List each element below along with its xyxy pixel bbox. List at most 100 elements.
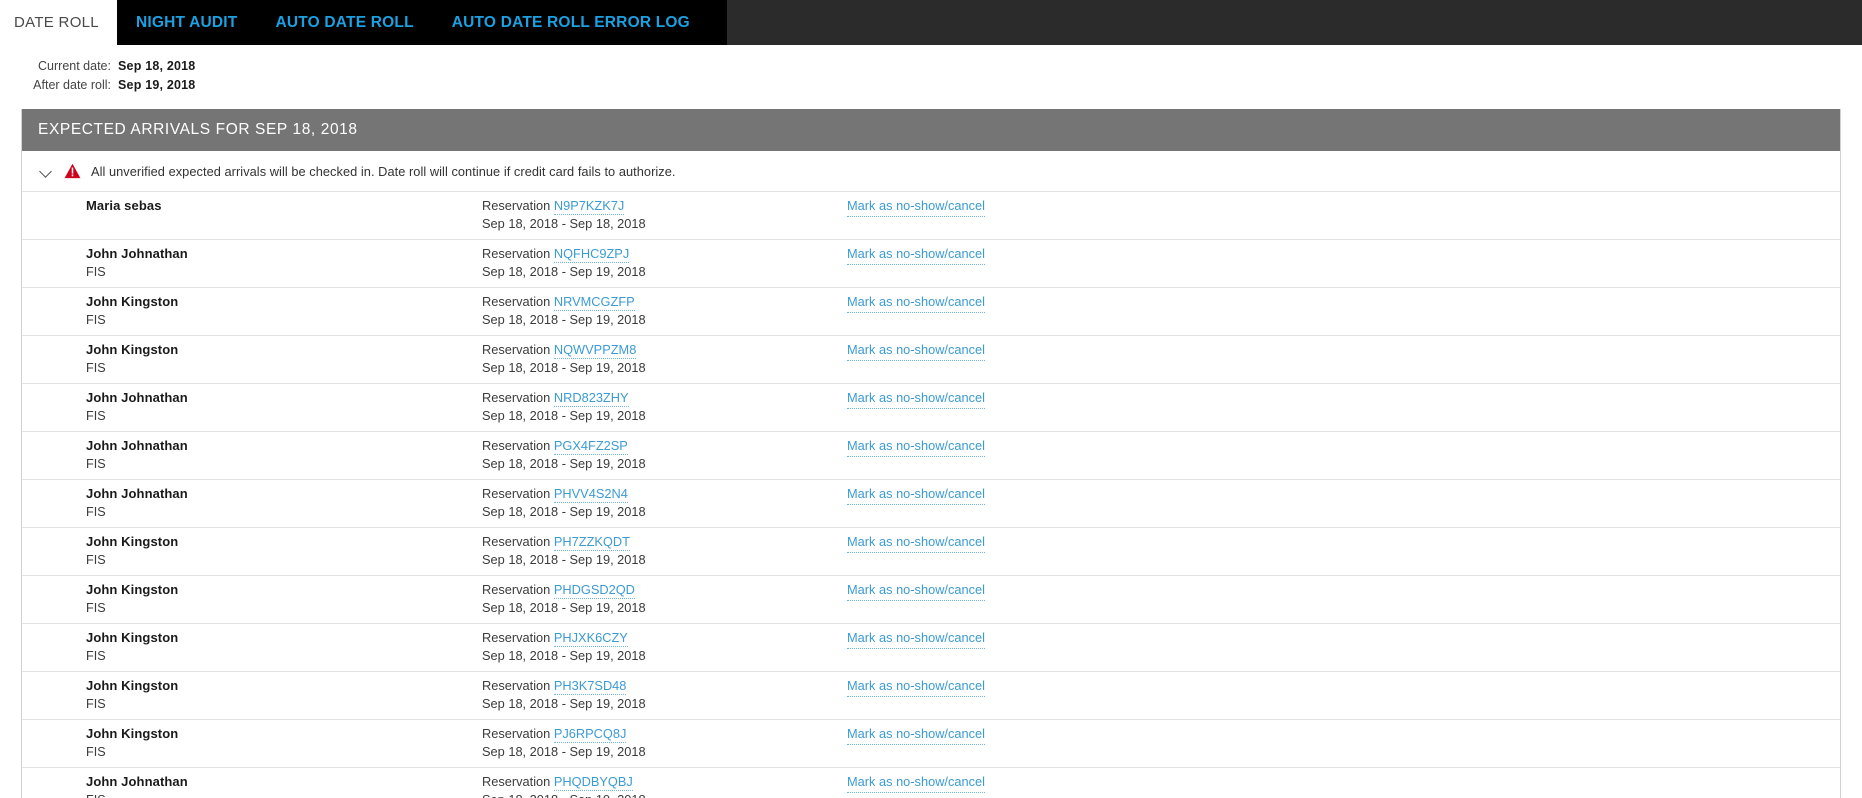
guest-name: John Kingston [86, 342, 179, 357]
after-date-roll-value: Sep 19, 2018 [118, 78, 196, 92]
reservation-label: Reservation [482, 726, 551, 741]
reservation-code-link[interactable]: N9P7KZK7J [553, 198, 625, 215]
tab-auto-date-roll-label: AUTO DATE ROLL [275, 13, 414, 31]
reservation-cell: Reservation N9P7KZK7J Sep 18, 2018 - Sep … [482, 192, 847, 240]
guest-group: FIS [86, 745, 106, 759]
reservation-label: Reservation [482, 486, 551, 501]
mark-no-show-cancel-link[interactable]: Mark as no-show/cancel [847, 773, 985, 793]
reservation-line: Reservation NRD823ZHY [482, 389, 847, 407]
action-cell: Mark as no-show/cancel [847, 288, 1840, 336]
warning-triangle-icon [64, 163, 81, 179]
current-date-value: Sep 18, 2018 [118, 59, 196, 73]
reservation-label: Reservation [482, 678, 551, 693]
table-row: John Kingston FIS Reservation NQWVPPZM8 Sep… [22, 335, 1840, 384]
after-date-roll-row: After date roll: Sep 19, 2018 [0, 76, 1862, 95]
guest-name: John Kingston [86, 294, 179, 309]
reservation-line: Reservation PHQDBYQBJ [482, 773, 847, 791]
guest-name: John Johnathan [86, 774, 188, 789]
reservation-cell: Reservation PH7ZZKQDT Sep 18, 2018 - Sep … [482, 528, 847, 576]
reservation-line: Reservation PHVV4S2N4 [482, 485, 847, 503]
reservation-cell: Reservation PH3K7SD48 Sep 18, 2018 - Sep … [482, 672, 847, 720]
stay-dates: Sep 18, 2018 - Sep 19, 2018 [482, 408, 646, 423]
tab-bar-filler [726, 0, 1862, 45]
reservation-line: Reservation PH7ZZKQDT [482, 533, 847, 551]
reservation-code-link[interactable]: NQFHC9ZPJ [553, 246, 630, 263]
reservation-cell: Reservation PHDGSD2QD Sep 18, 2018 - Sep … [482, 576, 847, 624]
reservation-code-link[interactable]: PHVV4S2N4 [553, 486, 628, 503]
reservation-cell: Reservation NRD823ZHY Sep 18, 2018 - Sep … [482, 384, 847, 432]
guest-cell: John Johnathan FIS [22, 480, 482, 528]
reservation-line: Reservation N9P7KZK7J [482, 197, 847, 215]
reservation-code-link[interactable]: NRVMCGZFP [553, 294, 635, 311]
action-cell: Mark as no-show/cancel [847, 576, 1840, 624]
mark-no-show-cancel-link[interactable]: Mark as no-show/cancel [847, 389, 985, 409]
stay-dates: Sep 18, 2018 - Sep 19, 2018 [482, 600, 646, 615]
guest-cell: John Johnathan FIS [22, 384, 482, 432]
guest-cell: John Kingston FIS [22, 336, 482, 384]
reservation-cell: Reservation PHVV4S2N4 Sep 18, 2018 - Sep … [482, 480, 847, 528]
tab-night-audit[interactable]: NIGHT AUDIT [117, 0, 257, 45]
mark-no-show-cancel-link[interactable]: Mark as no-show/cancel [847, 725, 985, 745]
panel-title: EXPECTED ARRIVALS FOR SEP 18, 2018 [38, 121, 358, 138]
mark-no-show-cancel-link[interactable]: Mark as no-show/cancel [847, 197, 985, 217]
reservation-code-link[interactable]: NQWVPPZM8 [553, 342, 637, 359]
stay-dates: Sep 18, 2018 - Sep 19, 2018 [482, 504, 646, 519]
tab-group: NIGHT AUDIT AUTO DATE ROLL AUTO DATE ROL… [116, 0, 727, 45]
reservation-label: Reservation [482, 198, 551, 213]
reservation-code-link[interactable]: PJ6RPCQ8J [553, 726, 627, 743]
action-cell: Mark as no-show/cancel [847, 720, 1840, 768]
guest-cell: John Kingston FIS [22, 672, 482, 720]
reservation-code-link[interactable]: PHDGSD2QD [553, 582, 635, 599]
stay-dates: Sep 18, 2018 - Sep 19, 2018 [482, 696, 646, 711]
guest-cell: John Kingston FIS [22, 288, 482, 336]
guest-group: FIS [86, 649, 106, 663]
stay-dates: Sep 18, 2018 - Sep 19, 2018 [482, 648, 646, 663]
action-cell: Mark as no-show/cancel [847, 384, 1840, 432]
reservation-cell: Reservation PHJXK6CZY Sep 18, 2018 - Sep … [482, 624, 847, 672]
guest-name: John Johnathan [86, 486, 188, 501]
table-row: John Kingston FIS Reservation NRVMCGZFP Sep… [22, 287, 1840, 336]
guest-name: Maria sebas [86, 198, 162, 213]
action-cell: Mark as no-show/cancel [847, 432, 1840, 480]
guest-group: FIS [86, 265, 106, 279]
tab-date-roll-label: DATE ROLL [14, 14, 99, 31]
guest-group: FIS [86, 409, 106, 423]
mark-no-show-cancel-link[interactable]: Mark as no-show/cancel [847, 629, 985, 649]
mark-no-show-cancel-link[interactable]: Mark as no-show/cancel [847, 533, 985, 553]
guest-name: John Johnathan [86, 390, 188, 405]
reservation-code-link[interactable]: PGX4FZ2SP [553, 438, 628, 455]
reservation-code-link[interactable]: PH3K7SD48 [553, 678, 627, 695]
reservation-code-link[interactable]: NRD823ZHY [553, 390, 629, 407]
action-cell: Mark as no-show/cancel [847, 192, 1840, 240]
mark-no-show-cancel-link[interactable]: Mark as no-show/cancel [847, 677, 985, 697]
reservation-label: Reservation [482, 774, 551, 789]
guest-cell: John Kingston FIS [22, 576, 482, 624]
guest-cell: John Johnathan FIS [22, 432, 482, 480]
guest-name: John Kingston [86, 630, 179, 645]
reservation-label: Reservation [482, 246, 551, 261]
reservation-cell: Reservation PJ6RPCQ8J Sep 18, 2018 - Sep … [482, 720, 847, 768]
warning-row: All unverified expected arrivals will be… [22, 151, 1840, 191]
mark-no-show-cancel-link[interactable]: Mark as no-show/cancel [847, 341, 985, 361]
stay-dates: Sep 18, 2018 - Sep 19, 2018 [482, 264, 646, 279]
table-row: John Johnathan FIS Reservation PHVV4S2N4 Se… [22, 479, 1840, 528]
mark-no-show-cancel-link[interactable]: Mark as no-show/cancel [847, 581, 985, 601]
tab-auto-date-roll-error-log[interactable]: AUTO DATE ROLL ERROR LOG [433, 0, 709, 45]
guest-cell: John Kingston FIS [22, 528, 482, 576]
chevron-down-icon[interactable] [40, 164, 54, 178]
mark-no-show-cancel-link[interactable]: Mark as no-show/cancel [847, 437, 985, 457]
reservation-label: Reservation [482, 390, 551, 405]
mark-no-show-cancel-link[interactable]: Mark as no-show/cancel [847, 293, 985, 313]
mark-no-show-cancel-link[interactable]: Mark as no-show/cancel [847, 485, 985, 505]
action-cell: Mark as no-show/cancel [847, 672, 1840, 720]
reservation-line: Reservation NQWVPPZM8 [482, 341, 847, 359]
reservation-code-link[interactable]: PHQDBYQBJ [553, 774, 633, 791]
mark-no-show-cancel-link[interactable]: Mark as no-show/cancel [847, 245, 985, 265]
action-cell: Mark as no-show/cancel [847, 480, 1840, 528]
tab-date-roll[interactable]: DATE ROLL [0, 0, 117, 45]
reservation-code-link[interactable]: PHJXK6CZY [553, 630, 628, 647]
table-row: John Kingston FIS Reservation PJ6RPCQ8J Sep… [22, 719, 1840, 768]
reservation-code-link[interactable]: PH7ZZKQDT [553, 534, 630, 551]
tab-auto-date-roll[interactable]: AUTO DATE ROLL [256, 0, 432, 45]
table-row: John Kingston FIS Reservation PH3K7SD48 Sep… [22, 671, 1840, 720]
